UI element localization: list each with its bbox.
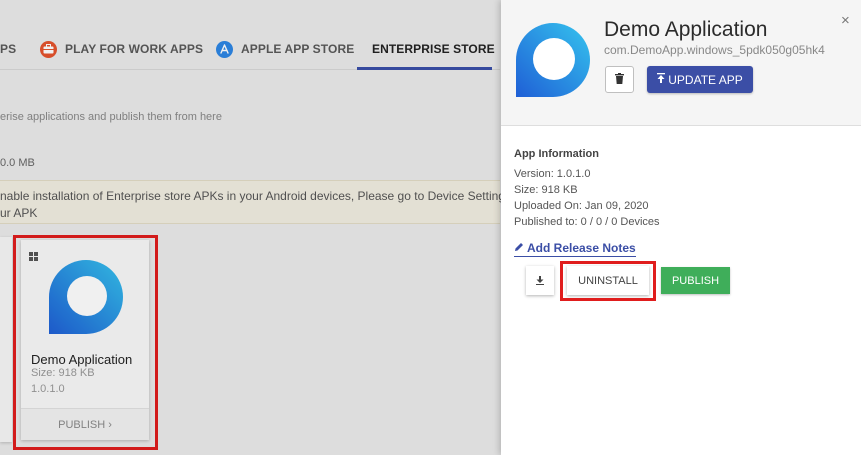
drawer-title: Demo Application (604, 18, 768, 41)
update-app-label: UPDATE APP (668, 72, 743, 87)
info-size: Size: 918 KB (514, 184, 578, 196)
app-details-drawer: Demo Application com.DemoApp.windows_5pd… (501, 0, 861, 455)
publish-button[interactable]: PUBLISH (661, 267, 730, 294)
app-logo (515, 22, 591, 103)
info-uploaded: Uploaded On: Jan 09, 2020 (514, 200, 649, 212)
highlight-box-uninstall (560, 261, 656, 301)
info-version: Version: 1.0.1.0 (514, 168, 591, 180)
app-info-heading: App Information (514, 148, 599, 160)
package-id: com.DemoApp.windows_5pdk050g05hk4 (604, 43, 825, 57)
drawer-header: Demo Application com.DemoApp.windows_5pd… (501, 0, 861, 126)
info-published-to: Published to: 0 / 0 / 0 Devices (514, 216, 660, 228)
close-icon[interactable]: × (841, 12, 850, 29)
download-icon (536, 272, 544, 290)
upload-icon (657, 73, 666, 86)
update-app-button[interactable]: UPDATE APP (647, 66, 753, 93)
trash-icon (615, 71, 624, 89)
delete-button[interactable] (605, 66, 634, 93)
add-release-notes-link[interactable]: Add Release Notes (514, 241, 636, 257)
download-button[interactable] (526, 266, 554, 295)
release-notes-label: Add Release Notes (527, 241, 636, 255)
pencil-icon (514, 241, 524, 255)
